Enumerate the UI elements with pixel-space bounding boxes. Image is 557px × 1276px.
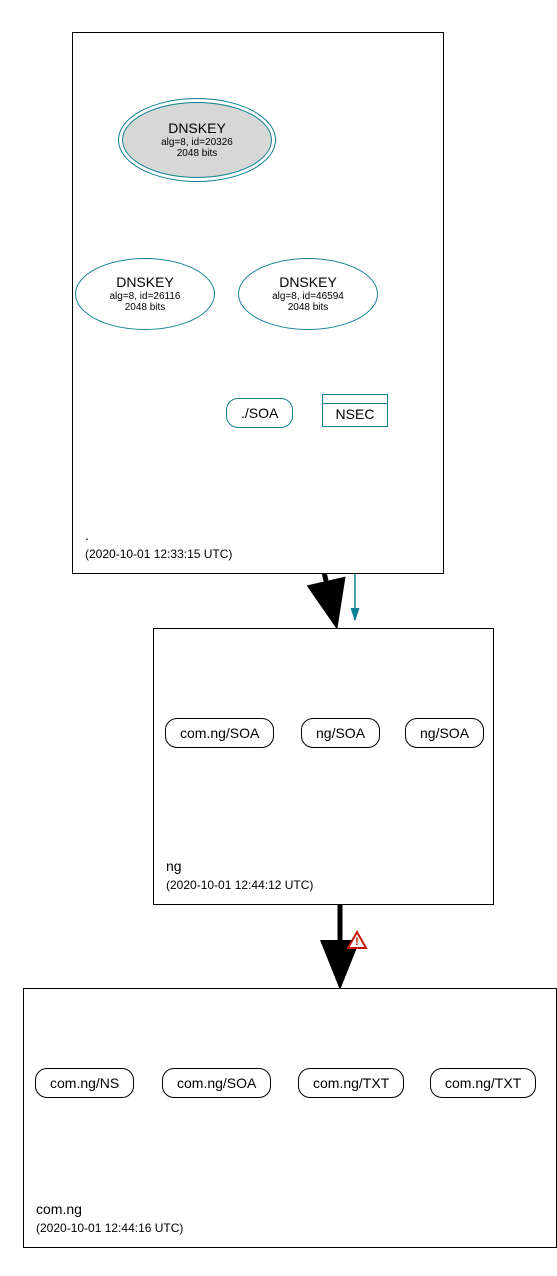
rr-nsec-label: NSEC bbox=[323, 403, 387, 426]
dnskey-46594-title: DNSKEY bbox=[279, 275, 337, 290]
dnskey-root-bits: 2048 bits bbox=[177, 148, 218, 159]
dnskey-root-params: alg=8, id=20326 bbox=[161, 137, 233, 148]
zone-comng: com.ng (2020-10-01 12:44:16 UTC) bbox=[23, 988, 557, 1248]
dnskey-46594-params: alg=8, id=46594 bbox=[272, 291, 344, 302]
dnskey-26116-bits: 2048 bits bbox=[125, 302, 166, 313]
zone-root-timestamp: (2020-10-01 12:33:15 UTC) bbox=[85, 547, 232, 561]
rr-ng-soa-1: ng/SOA bbox=[301, 718, 380, 748]
zone-comng-timestamp: (2020-10-01 12:44:16 UTC) bbox=[36, 1221, 183, 1235]
rr-comng-txt-1: com.ng/TXT bbox=[298, 1068, 404, 1098]
rr-comng-ns: com.ng/NS bbox=[35, 1068, 134, 1098]
rr-ng-comng-soa: com.ng/SOA bbox=[165, 718, 274, 748]
dnskey-46594-bits: 2048 bits bbox=[288, 302, 329, 313]
rr-nsec: NSEC bbox=[322, 394, 388, 427]
zone-ng-timestamp: (2020-10-01 12:44:12 UTC) bbox=[166, 878, 313, 892]
diagram-canvas: ! . (2020-10-01 12:33:15 UTC) DNSKEY alg… bbox=[10, 10, 557, 1266]
zone-root-label: . bbox=[85, 527, 89, 543]
rr-ng-soa-2: ng/SOA bbox=[405, 718, 484, 748]
dnskey-26116-params: alg=8, id=26116 bbox=[110, 291, 181, 302]
svg-text:!: ! bbox=[355, 936, 359, 948]
zone-ng-label: ng bbox=[166, 858, 182, 874]
dnskey-46594: DNSKEY alg=8, id=46594 2048 bits bbox=[238, 258, 378, 330]
dnskey-26116-title: DNSKEY bbox=[116, 275, 174, 290]
rr-root-soa: ./SOA bbox=[226, 398, 293, 428]
zone-comng-label: com.ng bbox=[36, 1201, 82, 1217]
dnskey-26116: DNSKEY alg=8, id=26116 2048 bits bbox=[75, 258, 215, 330]
rr-comng-txt-2: com.ng/TXT bbox=[430, 1068, 536, 1098]
rr-comng-soa: com.ng/SOA bbox=[162, 1068, 271, 1098]
dnskey-root: DNSKEY alg=8, id=20326 2048 bits bbox=[122, 102, 272, 178]
dnskey-root-title: DNSKEY bbox=[168, 121, 226, 136]
zone-ng: ng (2020-10-01 12:44:12 UTC) bbox=[153, 628, 494, 905]
